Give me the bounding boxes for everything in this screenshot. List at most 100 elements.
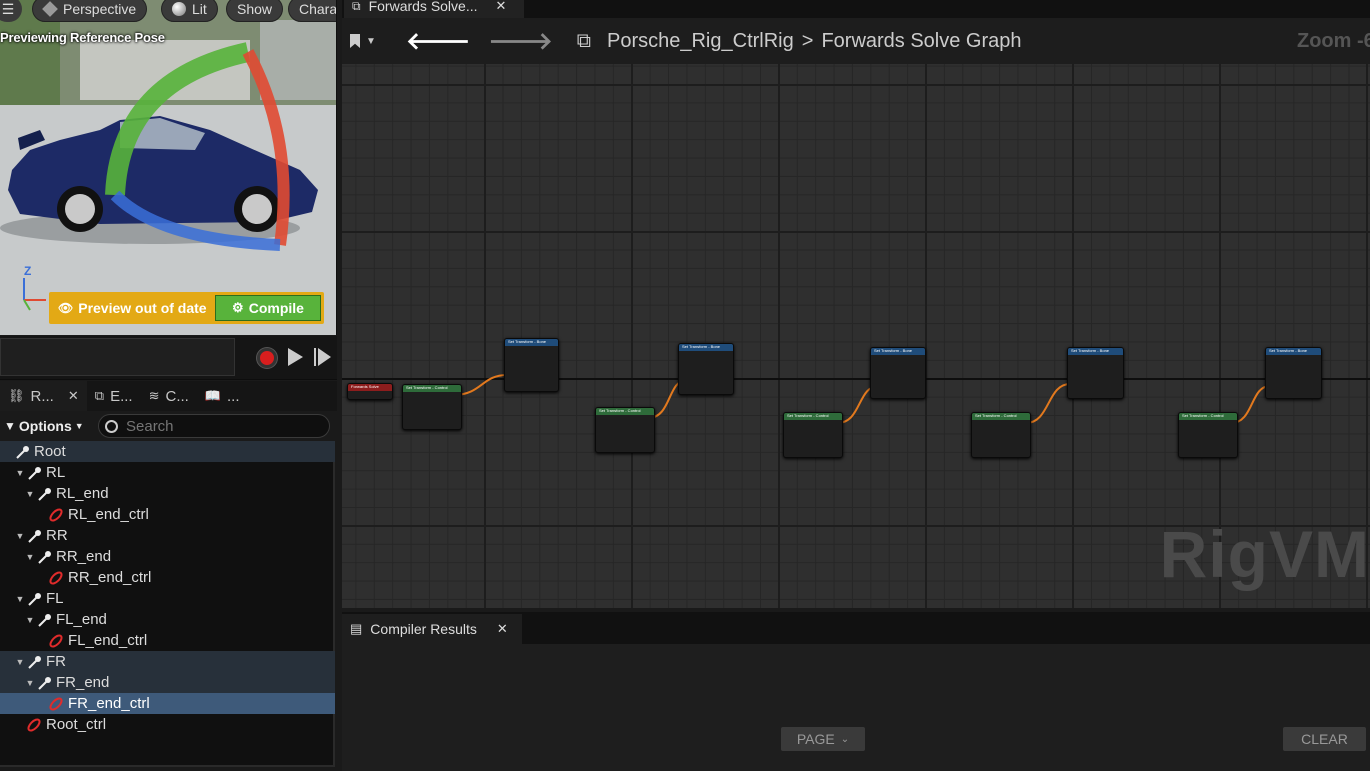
character-button[interactable]: Chara [288, 0, 336, 22]
tree-item-label: Root [34, 443, 66, 460]
tree-item-rr[interactable]: ▼ RR [0, 525, 335, 546]
outliner-toolbar: ▼ Options ▼ [0, 411, 337, 441]
rig-hierarchy-icon: ⛓ [8, 388, 25, 403]
clear-button[interactable]: CLEAR [1283, 727, 1366, 751]
bone-icon [36, 549, 52, 565]
tab-compiler-results[interactable]: ▤ Compiler Results ✕ [342, 614, 522, 644]
tree-item-root-ctrl[interactable]: Root_ctrl [0, 714, 335, 735]
tree-item-rr-end[interactable]: ▼ RR_end [0, 546, 335, 567]
node-title: Set Transform - Control [599, 408, 641, 413]
page-button[interactable]: PAGE ⌄ [781, 727, 865, 751]
gear-icon: ⚙ [232, 300, 244, 315]
perspective-label: Perspective [63, 1, 137, 17]
set-transform-control-node[interactable]: Set Transform - Control [783, 412, 843, 458]
control-icon [48, 570, 64, 586]
tree-item-label: RL_end_ctrl [68, 506, 149, 523]
tree-item-label: RR_end [56, 548, 112, 565]
chevron-down-icon: ⌄ [840, 733, 850, 745]
play-icon[interactable] [288, 348, 303, 366]
show-label: Show [237, 1, 273, 17]
cube-icon [42, 1, 58, 17]
tree-item-rr-end-ctrl[interactable]: RR_end_ctrl [0, 567, 335, 588]
expand-arrow-icon[interactable]: ▼ [24, 678, 36, 688]
node-title: Set Transform - Control [787, 413, 829, 418]
tab-forwards-solve-label: Forwards Solve... [368, 0, 478, 14]
forwards-solve-node[interactable]: Forwards Solve [347, 383, 393, 400]
viewport[interactable]: Z ☰ Perspective Lit Show Chara Previewin… [0, 0, 337, 335]
timeline-area[interactable] [0, 338, 235, 376]
perspective-button[interactable]: Perspective [32, 0, 148, 22]
clear-label: CLEAR [1301, 731, 1348, 747]
options-button[interactable]: ▼ Options ▼ [0, 418, 98, 434]
set-transform-bone-node[interactable]: Set Transform - Bone [870, 347, 926, 399]
set-transform-control-node[interactable]: Set Transform - Control [1178, 412, 1238, 458]
node-title: Set Transform - Control [406, 385, 448, 390]
compile-button[interactable]: ⚙ Compile [215, 295, 321, 321]
tree-item-rl-end[interactable]: ▼ RL_end [0, 483, 335, 504]
tree-item-label: FL_end_ctrl [68, 632, 148, 649]
set-transform-bone-node[interactable]: Set Transform - Bone [504, 338, 559, 392]
rigvm-watermark: RigVM [1159, 517, 1370, 591]
lit-sphere-icon [172, 2, 186, 16]
bookmark-button[interactable]: ▼ [350, 34, 390, 48]
hamburger-icon: ☰ [1, 0, 15, 17]
close-icon[interactable]: ✕ [68, 388, 79, 404]
forward-arrow-icon[interactable]: 🡒 [488, 26, 552, 56]
expand-arrow-icon[interactable]: ▼ [24, 615, 36, 625]
compile-label: Compile [248, 300, 304, 316]
tree-item-fr-end-ctrl[interactable]: FR_end_ctrl [0, 693, 335, 714]
set-transform-bone-node[interactable]: Set Transform - Bone [1265, 347, 1322, 399]
expand-arrow-icon[interactable]: ▼ [14, 594, 26, 604]
bone-icon [26, 528, 42, 544]
breadcrumb-root[interactable]: Porsche_Rig_CtrlRig [607, 30, 794, 53]
tree-item-fr[interactable]: ▼ FR [0, 651, 335, 672]
step-forward-icon[interactable] [314, 348, 331, 366]
axis-z-label: Z [24, 264, 32, 278]
tree-item-fl-end[interactable]: ▼ FL_end [0, 609, 335, 630]
tree-item-fl-end-ctrl[interactable]: FL_end_ctrl [0, 630, 335, 651]
lit-button[interactable]: Lit [161, 0, 218, 22]
search-box[interactable] [98, 414, 330, 438]
book-icon: 📖 [204, 388, 222, 403]
expand-arrow-icon[interactable]: ▼ [24, 489, 36, 499]
tab-curve-container[interactable]: ≋ C... [141, 381, 197, 411]
graph-toolbar: ▼ 🡐 🡒 ⧉ Porsche_Rig_CtrlRig > Forwards S… [342, 18, 1370, 64]
eye-icon: 👁 [58, 301, 74, 315]
set-transform-control-node[interactable]: Set Transform - Control [402, 384, 462, 430]
tab-execution-stack[interactable]: ⧉ E... [87, 381, 141, 411]
tab-book[interactable]: 📖 ... [197, 381, 248, 411]
control-icon [48, 633, 64, 649]
close-icon[interactable]: ✕ [496, 0, 507, 14]
tab-forwards-solve[interactable]: ⧉ Forwards Solve... ✕ [344, 0, 524, 18]
panel-tabs: ⛓ R... ✕ ⧉ E... ≋ C... 📖 ... [0, 381, 337, 411]
set-transform-control-node[interactable]: Set Transform - Control [595, 407, 655, 453]
breadcrumb-current[interactable]: Forwards Solve Graph [821, 30, 1021, 53]
tab-rig-hierarchy[interactable]: ⛓ R... ✕ [0, 381, 87, 411]
page-label: PAGE [796, 731, 835, 747]
control-icon [48, 696, 64, 712]
set-transform-bone-node[interactable]: Set Transform - Bone [678, 343, 734, 395]
tree-item-fr-end[interactable]: ▼ FR_end [0, 672, 335, 693]
expand-arrow-icon[interactable]: ▼ [14, 657, 26, 667]
tree-item-root[interactable]: Root [0, 441, 335, 462]
search-input[interactable] [126, 417, 316, 435]
graph-canvas[interactable]: Forwards Solve Set Transform - Control S… [342, 64, 1370, 608]
node-title: Set Transform - Bone [1071, 348, 1110, 353]
graph-icon: ⧉ [352, 0, 361, 13]
record-icon[interactable] [257, 348, 277, 368]
tree-item-label: FL [46, 590, 64, 607]
back-arrow-icon[interactable]: 🡐 [406, 26, 470, 56]
tree-item-rl[interactable]: ▼ RL [0, 462, 335, 483]
tree-item-fl[interactable]: ▼ FL [0, 588, 335, 609]
compiler-results-panel [342, 644, 1370, 771]
set-transform-control-node[interactable]: Set Transform - Control [971, 412, 1031, 458]
close-icon[interactable]: ✕ [497, 621, 508, 637]
set-transform-bone-node[interactable]: Set Transform - Bone [1067, 347, 1124, 399]
show-button[interactable]: Show [226, 0, 284, 22]
tree-item-rl-end-ctrl[interactable]: RL_end_ctrl [0, 504, 335, 525]
rig-hierarchy-tree[interactable]: Root ▼ RL ▼ RL_end RL_end_ctrl ▼ RR ▼ RR_end RR_en… [0, 441, 335, 767]
tree-item-label: FR_end [56, 674, 110, 691]
expand-arrow-icon[interactable]: ▼ [14, 531, 26, 541]
expand-arrow-icon[interactable]: ▼ [14, 468, 26, 478]
expand-arrow-icon[interactable]: ▼ [24, 552, 36, 562]
